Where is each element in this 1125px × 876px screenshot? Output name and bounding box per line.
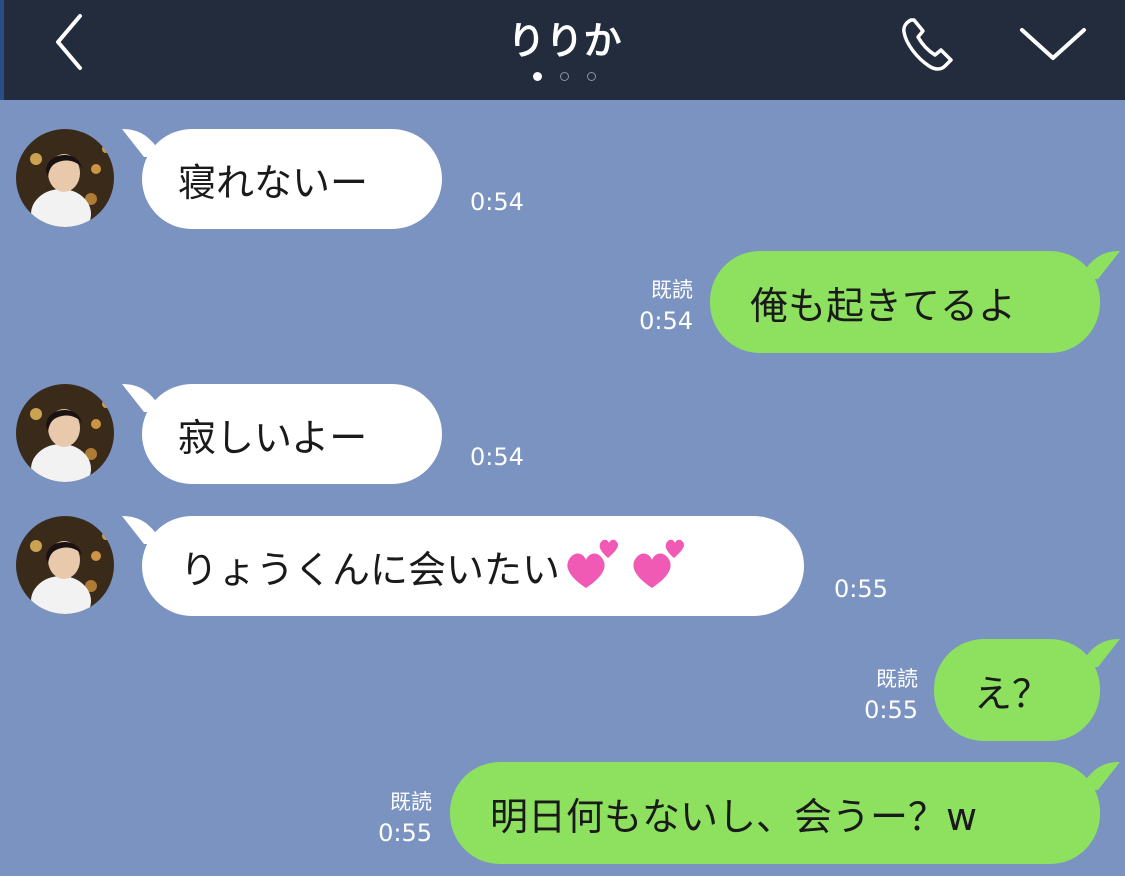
message-text: 寂しいよー (178, 415, 368, 460)
call-button[interactable] (897, 12, 961, 76)
message-bubble[interactable]: 寂しいよー (122, 384, 442, 484)
message-meta: 既読 0:54 (593, 276, 693, 338)
message-time: 0:55 (378, 819, 432, 847)
bubble-tail (122, 129, 162, 157)
page-dot (587, 72, 596, 81)
chat-screen: りりか 寝れないー 0:54 既読 0:54 俺も起きてるよ 寂しいよー 0:5… (0, 0, 1125, 876)
bubble-tail (122, 384, 162, 412)
avatar[interactable] (16, 516, 114, 614)
message-meta: 既読 0:55 (332, 788, 432, 850)
message-bubble[interactable]: 俺も起きてるよ (710, 251, 1120, 353)
page-dot (560, 72, 569, 81)
read-receipt: 既読 (390, 790, 432, 814)
bubble-tail (1080, 762, 1120, 790)
menu-button[interactable] (1016, 18, 1090, 68)
chat-header: りりか (0, 0, 1125, 100)
message-bubble[interactable]: りょうくんに会いたい (122, 516, 804, 616)
page-dot (533, 72, 542, 81)
bubble-tail (1080, 639, 1120, 667)
avatar[interactable] (16, 129, 114, 227)
bubble-tail (122, 516, 162, 544)
message-text: 明日何もないし、会うー？w (490, 794, 978, 839)
read-receipt: 既読 (876, 667, 918, 691)
message-time: 0:54 (470, 188, 524, 216)
message-meta: 既読 0:55 (818, 665, 918, 727)
message-bubble[interactable]: え？ (934, 639, 1120, 741)
message-time: 0:54 (639, 307, 693, 335)
message-text: りょうくんに会いたい (180, 547, 561, 592)
message-time: 0:55 (834, 575, 888, 603)
chevron-down-icon (1020, 28, 1086, 60)
phone-icon (902, 18, 953, 71)
bubble-tail (1080, 251, 1120, 279)
message-time: 0:55 (864, 696, 918, 724)
message-text: 俺も起きてるよ (750, 283, 1017, 328)
message-bubble[interactable]: 寝れないー (122, 129, 442, 229)
two-hearts-icon (564, 536, 694, 596)
read-receipt: 既読 (651, 278, 693, 302)
message-time: 0:54 (470, 443, 524, 471)
message-list[interactable]: 寝れないー 0:54 既読 0:54 俺も起きてるよ 寂しいよー 0:54 りょ… (0, 100, 1125, 876)
avatar[interactable] (16, 384, 114, 482)
message-text: 寝れないー (178, 160, 369, 205)
message-bubble[interactable]: 明日何もないし、会うー？w (450, 762, 1120, 864)
message-text: え？ (974, 671, 1051, 716)
